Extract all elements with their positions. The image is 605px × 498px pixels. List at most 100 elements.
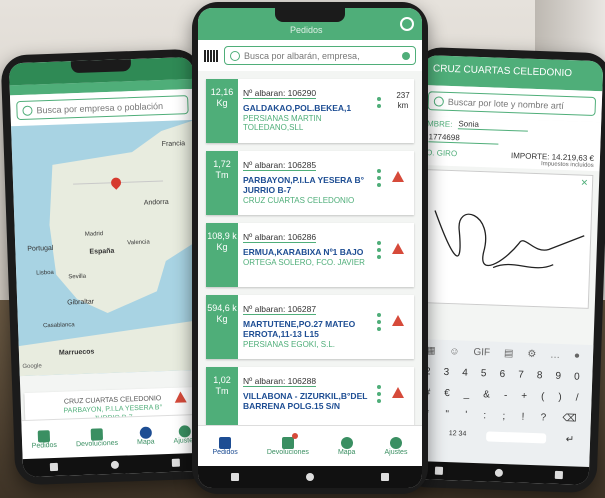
back-icon[interactable]	[172, 458, 181, 467]
home-icon[interactable]	[494, 468, 504, 478]
return-icon	[281, 432, 298, 449]
order-address: VILLABONA - ZIZURKIL,B°DEL BARRENA POLG.…	[243, 391, 368, 411]
more-vert-icon[interactable]	[377, 169, 381, 190]
enter-icon[interactable]: ↵	[566, 434, 575, 445]
search-input[interactable]: Busca por albarán, empresa,	[224, 46, 416, 65]
key[interactable]: 9	[555, 371, 561, 382]
recent-apps-icon[interactable]	[231, 473, 240, 481]
close-icon[interactable]: ✕	[580, 178, 588, 189]
clear-icon[interactable]	[402, 51, 410, 60]
back-icon[interactable]	[554, 470, 564, 480]
map-label: Valencia	[127, 239, 150, 247]
nombre-field[interactable]: Sonia	[458, 119, 529, 132]
return-icon	[90, 427, 103, 441]
space-key[interactable]	[485, 431, 547, 444]
list-item[interactable]: 1,72 Tm Nº albaran: 106285 PARBAYON,P.I.…	[206, 151, 414, 215]
map-pin-nav-icon	[340, 436, 353, 449]
search-placeholder: Buscar por lote y nombre artí	[447, 96, 565, 111]
map-label: Sevilla	[68, 273, 87, 281]
order-address: GALDAKAO,POL.BEKEA,1	[243, 103, 352, 113]
key[interactable]: 5	[481, 368, 487, 379]
back-icon[interactable]	[380, 473, 389, 481]
key[interactable]: '	[465, 410, 467, 421]
key[interactable]: )	[558, 392, 562, 403]
truck-icon	[37, 429, 51, 443]
key[interactable]: 8	[537, 370, 543, 381]
settings-icon[interactable]: ⚙	[527, 349, 536, 360]
more-icon[interactable]: …	[550, 350, 560, 361]
list-item[interactable]: 594,6 k Kg Nº albaran: 106287 MARTUTENE,…	[206, 295, 414, 359]
map[interactable]: Francia Andorra Portugal Madrid España V…	[11, 119, 204, 377]
order-list: 12,16 Kg Nº albaran: 106290 GALDAKAO,POL…	[198, 71, 422, 441]
more-vert-icon[interactable]	[377, 385, 381, 406]
signature-drawing	[434, 210, 585, 269]
key[interactable]: 7	[518, 369, 524, 380]
key[interactable]: 12 34	[448, 430, 467, 442]
left-phone-screen: Busca por empresa o población Francia An…	[8, 56, 208, 478]
header-bar: Pedidos	[198, 8, 422, 40]
key[interactable]: "	[445, 409, 449, 420]
keyboard[interactable]: ▦ ☺ GIF ▤ ⚙ … ● 2 3 4 5 6 7 8 9 0 #	[409, 338, 594, 468]
mic-icon[interactable]: ●	[574, 350, 580, 361]
map-label: Gibraltar	[67, 298, 95, 307]
key[interactable]: !	[521, 412, 524, 423]
key[interactable]: 0	[574, 371, 580, 382]
key[interactable]: 6	[499, 369, 505, 380]
nav-pedidos[interactable]: Pedidos	[213, 436, 238, 456]
nav-devoluciones[interactable]: Devoluciones	[267, 432, 309, 456]
location-icon[interactable]	[400, 17, 414, 31]
list-item[interactable]: 108,9 k Kg Nº albaran: 106286 ERMUA,KARA…	[206, 223, 414, 287]
more-vert-icon[interactable]	[377, 97, 381, 111]
search-placeholder: Busca por albarán, empresa,	[244, 50, 360, 61]
form: MBRE: Sonia 1774698 O. GIRO IMPORTE: 14.…	[419, 115, 602, 172]
signature-pad[interactable]: ✕	[420, 169, 594, 309]
left-phone: Busca por empresa o población Francia An…	[0, 48, 216, 486]
order-qty: 1,02 Tm	[206, 367, 238, 431]
more-vert-icon[interactable]	[377, 241, 381, 262]
center-phone-screen: Pedidos Busca por albarán, empresa, 12,1…	[198, 8, 422, 488]
barcode-icon[interactable]	[204, 49, 218, 62]
order-albaran: Nº albaran: 106286	[243, 232, 317, 243]
warning-icon	[392, 315, 404, 326]
nav-mapa[interactable]: Mapa	[137, 426, 155, 446]
dni-field[interactable]: 1774698	[428, 132, 499, 145]
map-label: Francia	[161, 140, 186, 149]
home-icon[interactable]	[305, 473, 314, 481]
emoji-icon[interactable]: ☺	[449, 346, 460, 357]
nav-devoluciones[interactable]: Devoluciones	[75, 427, 118, 448]
list-item[interactable]: 12,16 Kg Nº albaran: 106290 GALDAKAO,POL…	[206, 79, 414, 143]
key[interactable]: /	[575, 393, 578, 404]
nav-ajustes[interactable]: Ajustes	[385, 436, 407, 456]
map-label: Lisboa	[36, 269, 54, 277]
key[interactable]: €	[444, 388, 450, 399]
key[interactable]: (	[541, 391, 545, 402]
key[interactable]: +	[521, 391, 527, 402]
order-qty: 594,6 k Kg	[206, 295, 238, 359]
home-icon[interactable]	[110, 460, 120, 470]
order-client: CRUZ CUARTAS CELEDONIO	[243, 196, 355, 205]
recent-apps-icon[interactable]	[49, 462, 58, 472]
key[interactable]: 3	[443, 367, 449, 378]
gif-key[interactable]: GIF	[473, 347, 490, 359]
key[interactable]: _	[464, 389, 470, 400]
order-albaran: Nº albaran: 106288	[243, 376, 317, 387]
search-wrap: Busca por albarán, empresa,	[198, 40, 422, 71]
bottom-nav: Pedidos Devoluciones Mapa Ajustes	[21, 413, 207, 460]
more-vert-icon[interactable]	[377, 313, 381, 334]
key[interactable]: 4	[462, 368, 468, 379]
recent-apps-icon[interactable]	[434, 466, 444, 475]
key[interactable]: &	[483, 389, 490, 400]
nav-mapa[interactable]: Mapa	[338, 436, 355, 456]
key[interactable]: :	[483, 410, 486, 421]
clipboard-icon[interactable]: ▤	[504, 348, 514, 359]
search-input[interactable]: Buscar por lote y nombre artí	[427, 91, 597, 117]
backspace-icon[interactable]: ⌫	[562, 413, 577, 424]
key[interactable]: ;	[502, 411, 505, 422]
list-item[interactable]: 1,02 Tm Nº albaran: 106288 VILLABONA - Z…	[206, 367, 414, 431]
nombre-label: MBRE:	[426, 118, 453, 129]
nav-pedidos[interactable]: Pedidos	[31, 429, 57, 449]
key[interactable]: ?	[540, 412, 546, 423]
key[interactable]: -	[504, 390, 508, 401]
warning-icon	[174, 391, 187, 403]
search-input[interactable]: Busca por empresa o población	[16, 95, 189, 121]
